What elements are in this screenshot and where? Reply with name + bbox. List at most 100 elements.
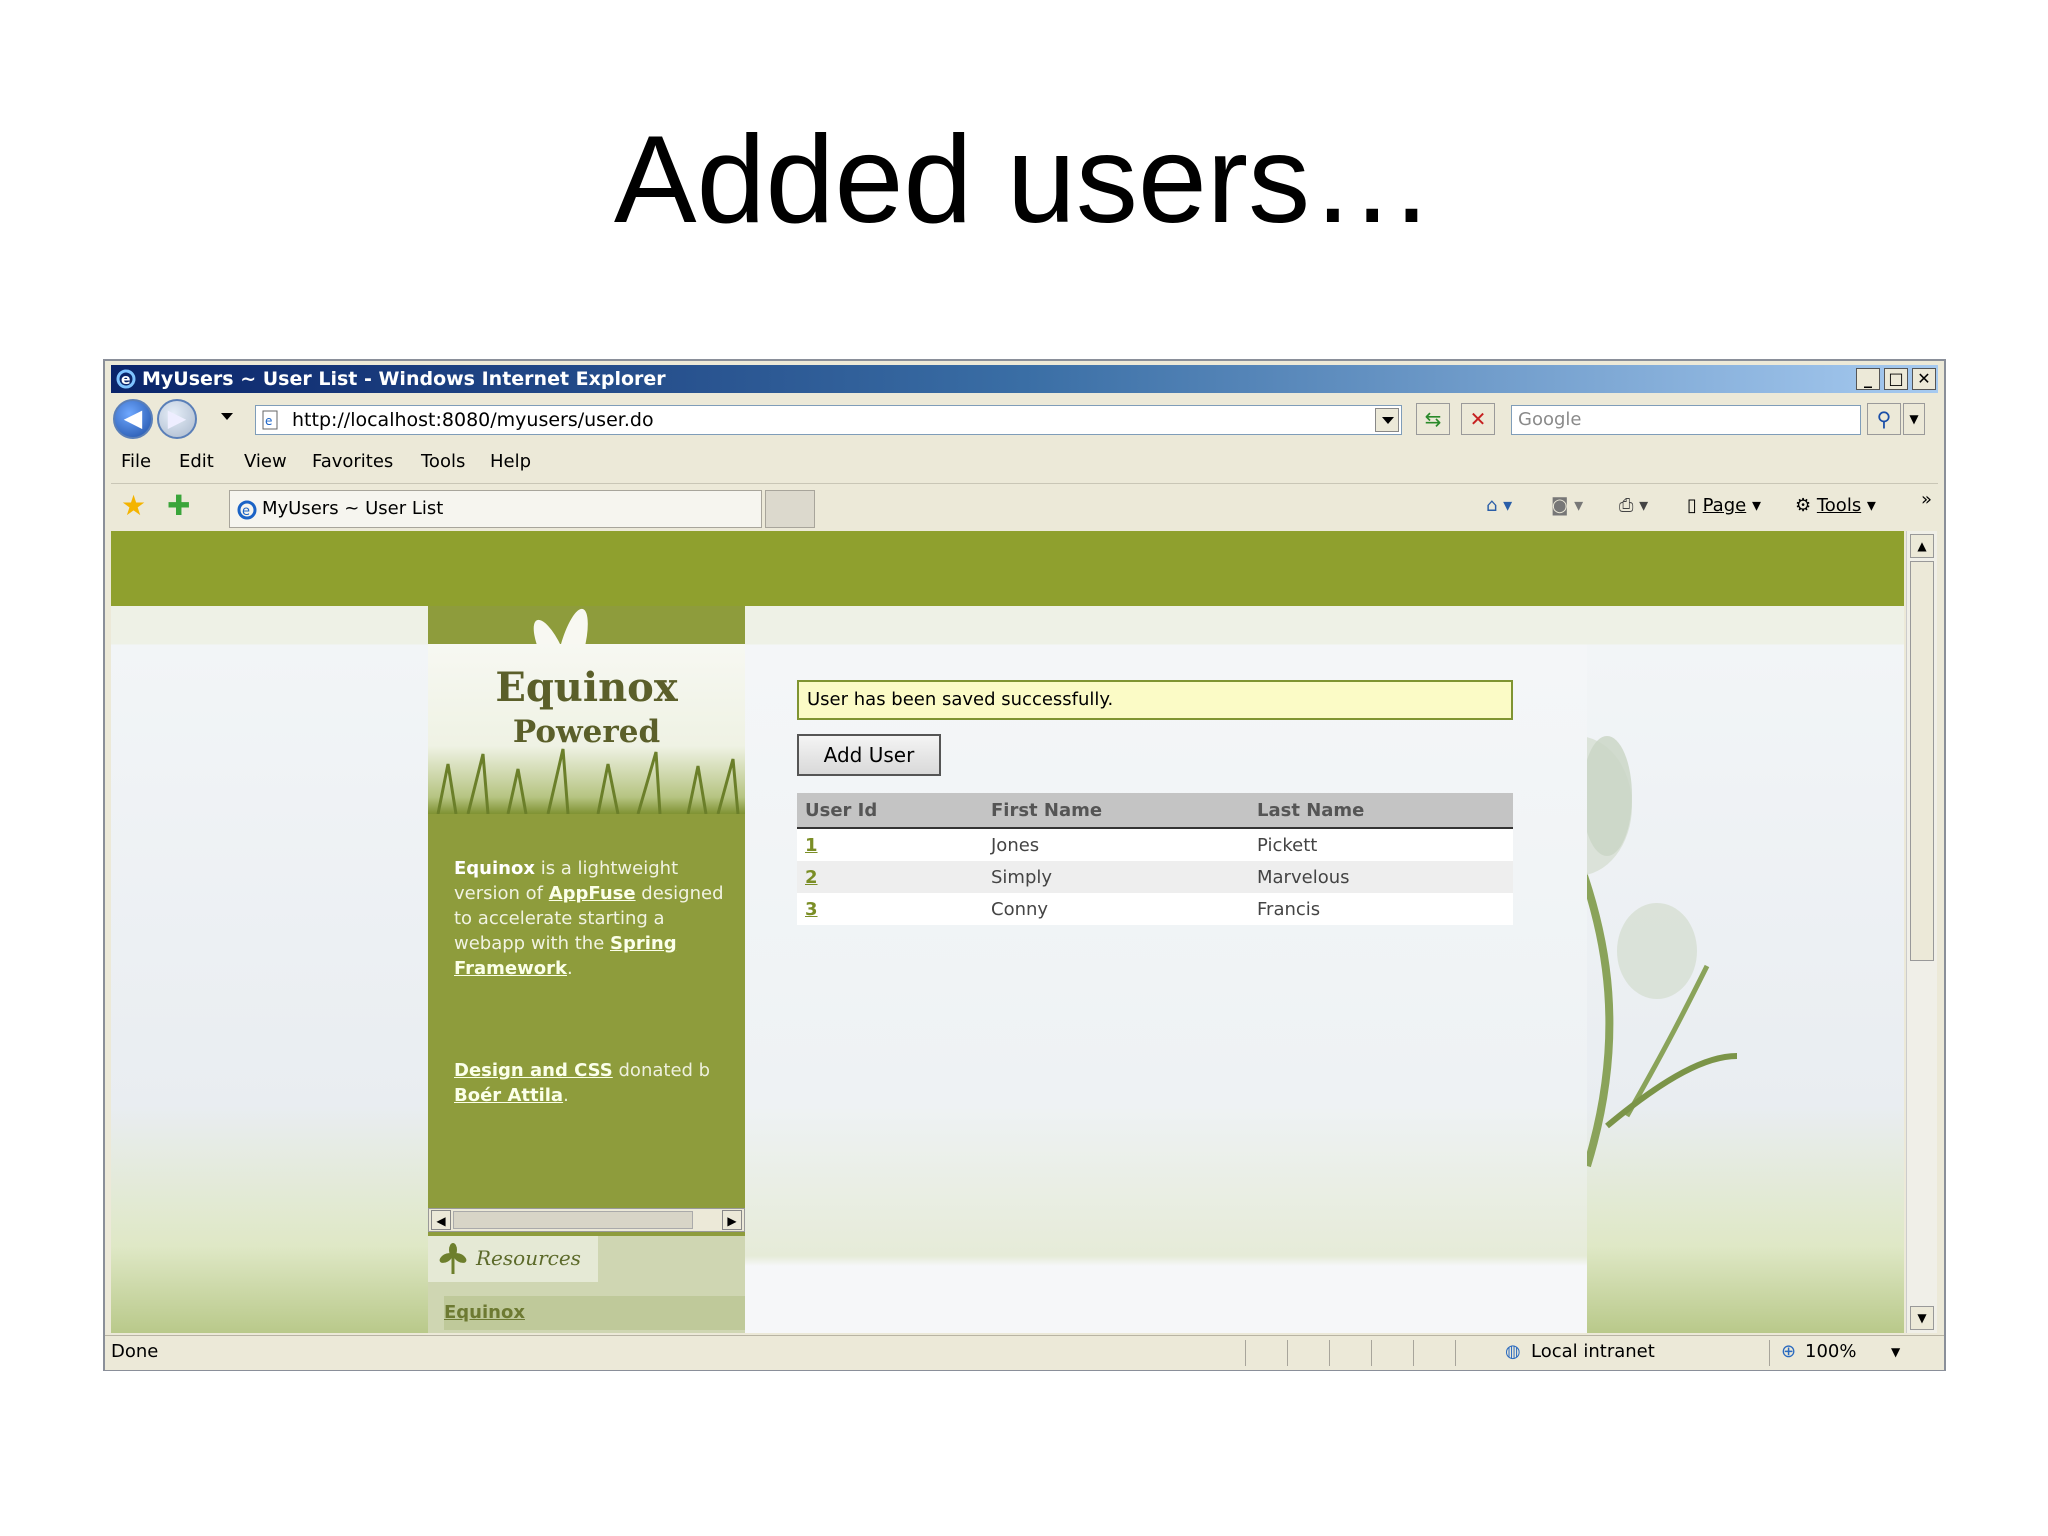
scroll-left-button[interactable]: ◀ — [431, 1210, 451, 1230]
credits-text-2: . — [563, 1085, 569, 1106]
tab-label: MyUsers ~ User List — [262, 498, 444, 519]
search-input[interactable]: Google — [1511, 405, 1861, 435]
last-name-cell: Pickett — [1249, 828, 1513, 861]
sidebar-credits: Design and CSS donated b Boér Attila. — [454, 1058, 754, 1108]
scroll-thumb[interactable] — [453, 1211, 693, 1229]
status-text: Done — [111, 1341, 159, 1362]
scroll-down-button[interactable]: ▼ — [1910, 1306, 1934, 1330]
recent-pages-dropdown[interactable] — [221, 413, 233, 420]
status-divider — [1455, 1340, 1456, 1366]
minimize-button[interactable]: _ — [1856, 368, 1880, 390]
credits-text-1: donated b — [612, 1060, 711, 1081]
status-divider — [1413, 1340, 1414, 1366]
new-tab-button[interactable] — [765, 490, 815, 528]
design-css-link[interactable]: Design and CSS — [454, 1060, 613, 1081]
address-bar: ◀ ▶ e http://localhost:8080/myusers/user… — [111, 397, 1938, 441]
equinox-resource-link[interactable]: Equinox — [444, 1296, 525, 1330]
column-last-name[interactable]: Last Name — [1249, 793, 1513, 829]
resources-header: Resources — [428, 1236, 598, 1282]
browser-window: e MyUsers ~ User List - Windows Internet… — [103, 359, 1946, 1371]
sidebar-horizontal-scrollbar[interactable]: ◀ ▶ — [428, 1208, 745, 1232]
status-bar: Done ◍ Local intranet ⊕ 100% ▼ — [105, 1335, 1944, 1370]
equinox-logo: Equinox Powered — [428, 644, 745, 814]
close-window-button[interactable]: ✕ — [1912, 368, 1936, 390]
svg-text:e: e — [265, 414, 272, 428]
add-favorite-icon[interactable]: ✚ — [167, 490, 190, 522]
back-button[interactable]: ◀ — [113, 399, 153, 439]
desc-text-3: . — [566, 958, 573, 979]
home-icon[interactable]: ⌂ ▾ — [1486, 490, 1512, 522]
header-band — [111, 531, 1904, 606]
feeds-icon[interactable]: ◙ ▾ — [1551, 490, 1583, 522]
maximize-button[interactable]: □ — [1884, 368, 1908, 390]
column-first-name[interactable]: First Name — [983, 793, 1249, 829]
first-name-cell: Jones — [983, 828, 1249, 861]
status-divider — [1769, 1340, 1770, 1366]
url-field[interactable]: e http://localhost:8080/myusers/user.do — [255, 405, 1402, 435]
menu-bar: File Edit View Favorites Tools Help — [111, 447, 1938, 477]
vertical-scrollbar[interactable]: ▲ ▼ — [1906, 531, 1937, 1333]
user-id-link[interactable]: 2 — [797, 861, 983, 893]
sprout-icon — [439, 1243, 467, 1274]
logo-title: Equinox — [495, 664, 678, 711]
tab-myusers[interactable]: e MyUsers ~ User List — [229, 490, 762, 528]
resources-item: Equinox — [444, 1296, 745, 1330]
search-button[interactable]: ⚲ — [1867, 403, 1901, 435]
table-row: 1 Jones Pickett — [797, 828, 1513, 861]
favorites-bar: ★ ✚ e MyUsers ~ User List ⌂ ▾ ◙ ▾ ⎙ ▾ ▯ … — [111, 483, 1938, 528]
url-dropdown-button[interactable] — [1375, 408, 1399, 432]
zoom-level[interactable]: 100% — [1805, 1336, 1856, 1368]
scroll-up-button[interactable]: ▲ — [1910, 534, 1934, 558]
window-title: MyUsers ~ User List - Windows Internet E… — [142, 368, 666, 390]
print-icon[interactable]: ⎙ ▾ — [1619, 490, 1648, 522]
right-background — [1587, 606, 1904, 1333]
user-id-link[interactable]: 3 — [797, 893, 983, 925]
page-menu[interactable]: ▯ Page ▾ — [1687, 490, 1761, 522]
menu-view[interactable]: View — [244, 447, 287, 477]
appfuse-link[interactable]: AppFuse — [549, 883, 636, 904]
tools-menu[interactable]: ⚙ Tools ▾ — [1795, 490, 1876, 522]
first-name-cell: Simply — [983, 861, 1249, 893]
menu-favorites[interactable]: Favorites — [312, 447, 393, 477]
scroll-right-button[interactable]: ▶ — [722, 1210, 742, 1230]
slide-title: Added users… — [613, 111, 1435, 249]
add-user-button[interactable]: Add User — [797, 734, 941, 776]
table-header-row: User Id First Name Last Name — [797, 793, 1513, 829]
sidebar-description: Equinox is a lightweight version of AppF… — [454, 856, 734, 981]
status-divider — [1329, 1340, 1330, 1366]
url-text: http://localhost:8080/myusers/user.do — [292, 409, 654, 431]
security-zone[interactable]: Local intranet — [1531, 1336, 1655, 1368]
menu-edit[interactable]: Edit — [179, 447, 214, 477]
resources-panel: Resources Equinox — [428, 1236, 745, 1333]
boer-attila-link[interactable]: Boér Attila — [454, 1085, 563, 1106]
forward-button[interactable]: ▶ — [157, 399, 197, 439]
ie-logo-icon: e — [116, 369, 136, 389]
menu-tools[interactable]: Tools — [421, 447, 465, 477]
stop-button[interactable]: ✕ — [1461, 403, 1495, 435]
sidebar: Equinox Powered Equinox is a lightweight… — [428, 605, 745, 1333]
grass-decoration — [436, 748, 740, 814]
table-row: 2 Simply Marvelous — [797, 861, 1513, 893]
success-message: User has been saved successfully. — [797, 680, 1513, 720]
favorites-star-icon[interactable]: ★ — [121, 490, 146, 522]
status-divider — [1371, 1340, 1372, 1366]
last-name-cell: Francis — [1249, 893, 1513, 925]
page-icon: e — [262, 410, 278, 430]
table-row: 3 Conny Francis — [797, 893, 1513, 925]
zoom-dropdown-icon[interactable]: ▼ — [1891, 1336, 1900, 1368]
user-id-link[interactable]: 1 — [797, 828, 983, 861]
status-divider — [1287, 1340, 1288, 1366]
menu-file[interactable]: File — [121, 447, 151, 477]
toolbar-overflow-icon[interactable]: » — [1921, 484, 1932, 516]
resources-title: Resources — [476, 1246, 581, 1270]
menu-help[interactable]: Help — [490, 447, 531, 477]
column-user-id[interactable]: User Id — [797, 793, 983, 829]
first-name-cell: Conny — [983, 893, 1249, 925]
search-options-dropdown[interactable]: ▼ — [1903, 403, 1925, 435]
status-divider — [1245, 1340, 1246, 1366]
vertical-scroll-thumb[interactable] — [1910, 561, 1934, 961]
flower-decoration — [1587, 736, 1738, 1168]
svg-text:e: e — [121, 372, 131, 388]
refresh-button[interactable]: ⇆ — [1416, 403, 1450, 435]
title-bar: e MyUsers ~ User List - Windows Internet… — [111, 365, 1938, 393]
